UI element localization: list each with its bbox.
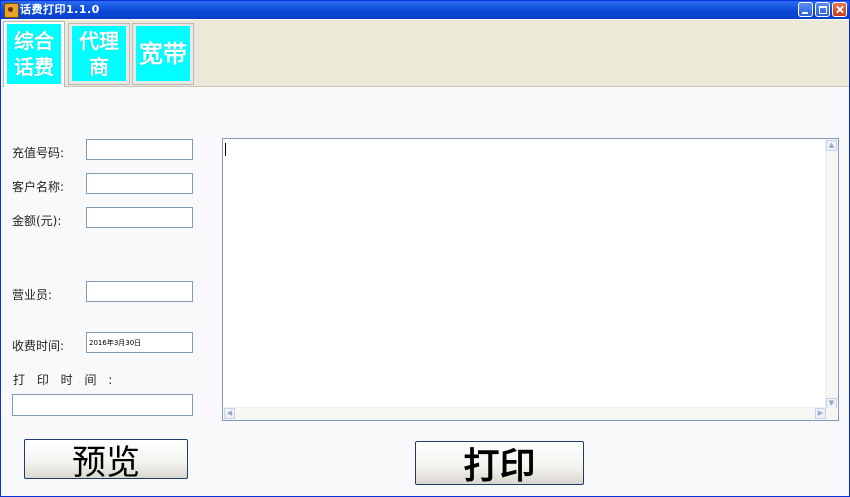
- window-title: 话费打印1.1.0: [20, 3, 100, 16]
- app-icon: [4, 3, 19, 18]
- horizontal-scrollbar[interactable]: ◀ ▶: [223, 407, 826, 420]
- minimize-icon[interactable]: [798, 2, 813, 17]
- tab-label: 代理 商: [72, 26, 126, 81]
- preview-button[interactable]: 预览: [24, 439, 188, 483]
- tab-agent[interactable]: 代理 商: [68, 23, 130, 85]
- salesperson-label: 营业员:: [12, 288, 53, 302]
- customer-name-input[interactable]: [86, 173, 193, 194]
- recharge-number-input[interactable]: [86, 139, 193, 160]
- scroll-left-icon[interactable]: ◀: [224, 408, 235, 419]
- title-bar[interactable]: 话费打印1.1.0: [1, 1, 849, 19]
- amount-input[interactable]: [86, 207, 193, 228]
- text-caret: [225, 143, 226, 156]
- vertical-scrollbar[interactable]: ▲ ▼: [825, 139, 838, 409]
- preview-textarea[interactable]: ▲ ▼ ◀ ▶: [222, 138, 839, 421]
- amount-label: 金额(元):: [12, 214, 62, 228]
- charge-time-date-picker[interactable]: 2016年3月30日: [86, 332, 193, 353]
- recharge-number-label: 充值号码:: [12, 146, 65, 160]
- charge-time-label: 收费时间:: [12, 339, 65, 353]
- print-time-label: 打 印 时 间 :: [13, 373, 117, 387]
- scroll-up-icon[interactable]: ▲: [826, 140, 837, 151]
- app-window: 话费打印1.1.0 综合 话费 代理 商 宽带 充值号码: 客户名称: 金额(元…: [0, 0, 850, 497]
- tab-label: 宽带: [136, 26, 190, 81]
- maximize-icon[interactable]: [815, 2, 830, 17]
- tab-broadband[interactable]: 宽带: [132, 23, 194, 85]
- print-button[interactable]: 打印: [415, 441, 584, 487]
- salesperson-input[interactable]: [86, 281, 193, 302]
- close-icon[interactable]: [832, 2, 847, 17]
- scroll-right-icon[interactable]: ▶: [815, 408, 826, 419]
- tab-label: 综合 话费: [7, 24, 61, 84]
- scrollbar-corner: [826, 408, 838, 420]
- tab-combined-phone-bill[interactable]: 综合 话费: [3, 21, 65, 87]
- print-time-input[interactable]: [12, 394, 193, 416]
- customer-name-label: 客户名称:: [12, 180, 65, 194]
- tab-strip: 综合 话费 代理 商 宽带: [2, 20, 849, 87]
